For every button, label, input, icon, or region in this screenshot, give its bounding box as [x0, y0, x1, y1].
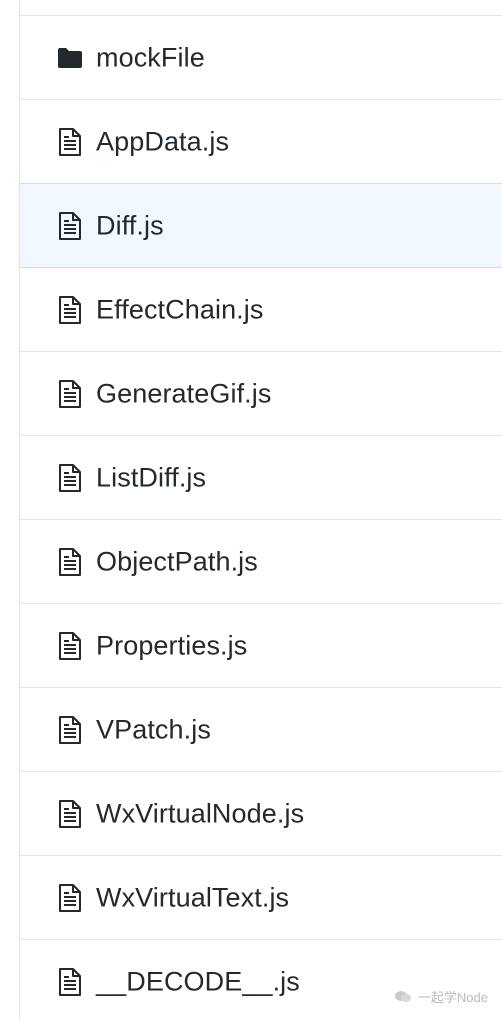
list-item-label[interactable]: mockFile: [96, 42, 205, 73]
file-text-icon: [56, 127, 84, 156]
list-item-label[interactable]: WxVirtualNode.js: [96, 798, 304, 829]
list-item-file[interactable]: WxVirtualText.js: [20, 856, 502, 940]
list-item-label[interactable]: GenerateGif.js: [96, 378, 271, 409]
list-item-label[interactable]: Properties.js: [96, 630, 247, 661]
file-text-icon: [56, 379, 84, 408]
list-item-label[interactable]: AppData.js: [96, 126, 229, 157]
list-item-folder-mockfile[interactable]: mockFile: [20, 16, 502, 100]
file-text-icon: [56, 883, 84, 912]
list-item-label[interactable]: ObjectPath.js: [96, 546, 258, 577]
file-text-icon: [56, 295, 84, 324]
list-item-label[interactable]: __DECODE__.js: [96, 966, 300, 997]
list-item-file-selected[interactable]: Diff.js: [20, 183, 502, 268]
watermark-text: 一起学Node: [417, 990, 488, 1005]
list-item-label[interactable]: Diff.js: [96, 210, 164, 241]
file-text-icon: [56, 463, 84, 492]
wechat-icon: [394, 990, 412, 1004]
file-text-icon: [56, 967, 84, 996]
list-item-label[interactable]: ListDiff.js: [96, 462, 206, 493]
list-item-file[interactable]: VPatch.js: [20, 688, 502, 772]
file-text-icon: [56, 799, 84, 828]
list-item-file[interactable]: ObjectPath.js: [20, 520, 502, 604]
file-browser: mockFile AppData.js Diff.js EffectChain.…: [0, 0, 502, 1020]
list-item-label[interactable]: VPatch.js: [96, 714, 211, 745]
list-item-label[interactable]: EffectChain.js: [96, 294, 264, 325]
file-list: mockFile AppData.js Diff.js EffectChain.…: [20, 15, 502, 1020]
list-item-file[interactable]: GenerateGif.js: [20, 352, 502, 436]
list-item-file[interactable]: WxVirtualNode.js: [20, 772, 502, 856]
folder-icon: [56, 44, 84, 72]
list-item-label[interactable]: WxVirtualText.js: [96, 882, 289, 913]
file-text-icon: [56, 715, 84, 744]
list-item-file[interactable]: Properties.js: [20, 604, 502, 688]
list-item-file[interactable]: AppData.js: [20, 100, 502, 184]
file-text-icon: [56, 211, 84, 240]
watermark: 一起学Node: [394, 987, 488, 1006]
list-top-area: [20, 0, 502, 15]
file-text-icon: [56, 631, 84, 660]
file-text-icon: [56, 547, 84, 576]
list-item-file[interactable]: ListDiff.js: [20, 436, 502, 520]
list-item-file[interactable]: EffectChain.js: [20, 268, 502, 352]
list-item-file[interactable]: __DECODE__.js: [20, 940, 502, 1020]
